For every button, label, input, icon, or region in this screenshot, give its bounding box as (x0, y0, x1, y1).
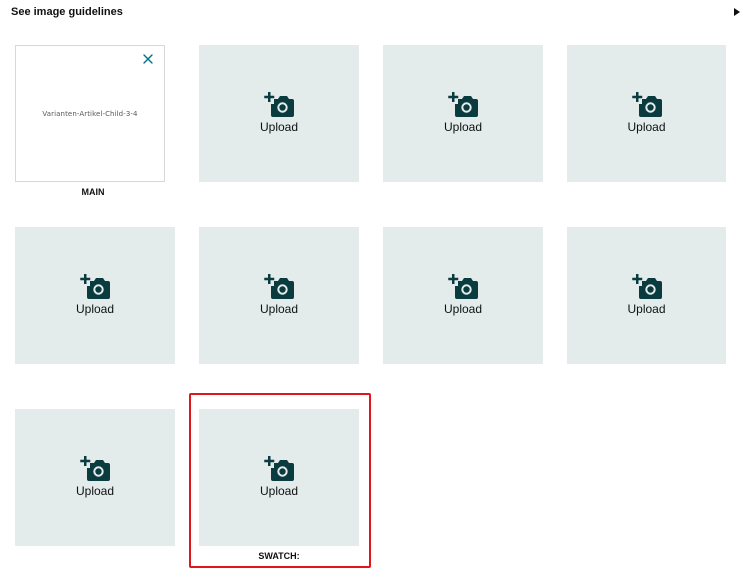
camera-plus-icon (264, 456, 294, 481)
upload-label: Upload (443, 120, 483, 134)
camera-plus-icon (631, 274, 662, 299)
camera-plus-icon (448, 274, 478, 299)
upload-slot[interactable]: Upload (383, 227, 543, 364)
upload-slot[interactable]: Upload (567, 227, 726, 364)
upload-slot[interactable]: Upload (15, 227, 175, 364)
upload-label: Upload (627, 302, 666, 316)
upload-slot[interactable]: Upload (199, 227, 359, 364)
main-caption: MAIN (81, 187, 105, 197)
see-image-guidelines-link[interactable]: See image guidelines (11, 6, 123, 18)
main-image-slot[interactable]: Varianten-Artikel-Child-3-4 (15, 45, 165, 182)
camera-plus-icon (80, 456, 110, 481)
camera-plus-icon (448, 92, 478, 117)
swatch-caption: SWATCH: (258, 551, 300, 561)
upload-label: Upload (75, 484, 115, 498)
triangle-right-icon[interactable] (734, 8, 740, 16)
camera-plus-icon (631, 92, 662, 117)
upload-slot[interactable]: Upload (567, 45, 726, 182)
upload-slot[interactable]: Upload (199, 45, 359, 182)
close-icon[interactable] (141, 52, 155, 66)
upload-label: Upload (259, 484, 299, 498)
camera-plus-icon (264, 274, 294, 299)
upload-slot[interactable]: Upload (383, 45, 543, 182)
upload-label: Upload (627, 120, 666, 134)
upload-label: Upload (443, 302, 483, 316)
camera-plus-icon (264, 92, 294, 117)
main-image-name: Varianten-Artikel-Child-3-4 (42, 110, 138, 118)
upload-label: Upload (75, 302, 115, 316)
upload-label: Upload (259, 302, 299, 316)
guidelines-bar: See image guidelines (0, 0, 752, 26)
upload-slot[interactable]: Upload (15, 409, 175, 546)
swatch-upload-slot[interactable]: Upload (199, 409, 359, 546)
camera-plus-icon (80, 274, 110, 299)
upload-label: Upload (259, 120, 299, 134)
